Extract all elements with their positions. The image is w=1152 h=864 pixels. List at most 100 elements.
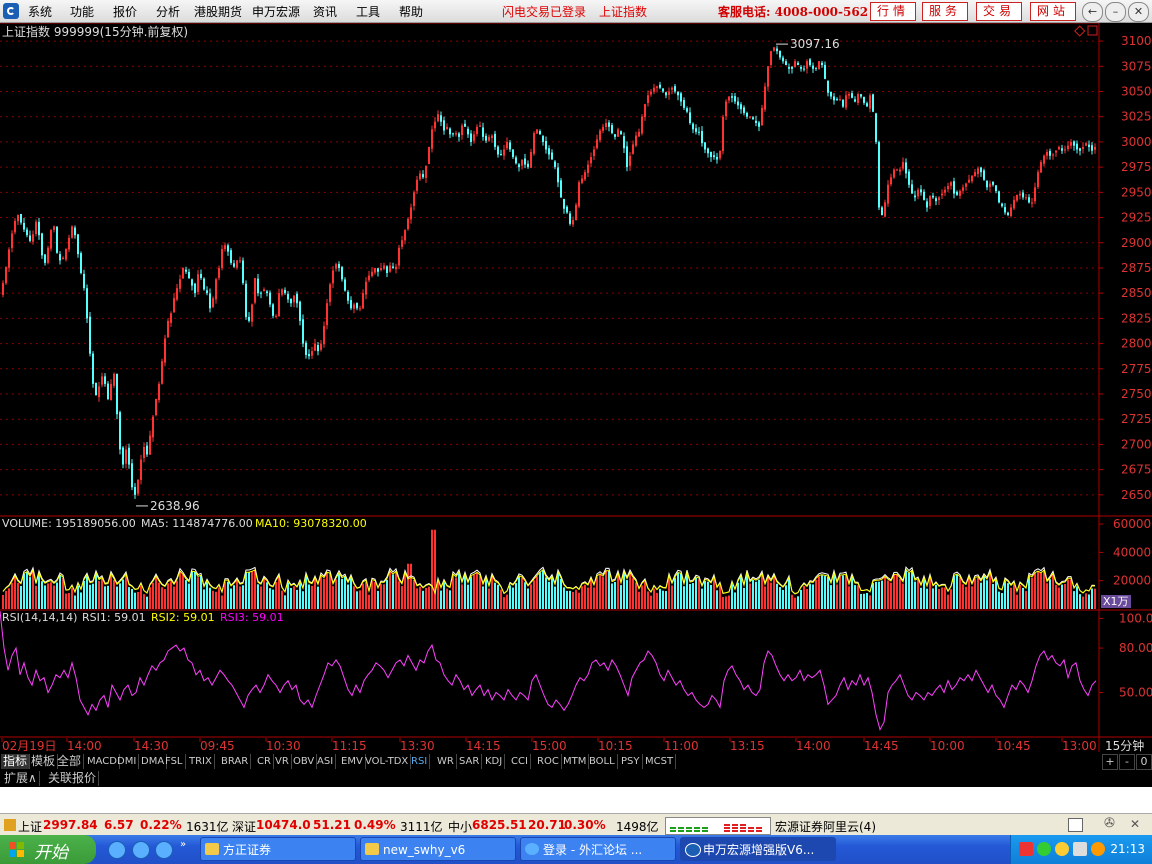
candle-body <box>746 112 748 117</box>
x-tick-label: 09:45 <box>200 739 235 752</box>
volume-bar <box>734 592 736 609</box>
indicator-tab-dmi[interactable]: DMI <box>115 754 140 769</box>
related-quote-tab[interactable]: 关联报价 <box>46 771 100 786</box>
indicator-tab-cr[interactable]: CR <box>255 754 274 769</box>
candle-body <box>365 281 367 295</box>
system-tray: 21:13 <box>1010 835 1152 864</box>
indicator-tab-mcst[interactable]: MCST <box>643 754 677 769</box>
volume-bar <box>20 585 22 609</box>
ie-browser-icon[interactable] <box>132 841 150 859</box>
volume-bar <box>830 585 832 609</box>
volume-bar <box>173 586 175 609</box>
candle-body <box>242 260 244 284</box>
menu-news[interactable]: 资讯 <box>313 3 337 20</box>
indicator-tab-roc[interactable]: ROC <box>535 754 562 769</box>
server-name[interactable]: 宏源证券阿里云(4) <box>775 818 876 835</box>
back-icon[interactable]: ← <box>1082 2 1103 22</box>
tray-network-icon[interactable] <box>1037 842 1051 856</box>
info-panel <box>0 787 1152 813</box>
tab-indicator[interactable]: 指标 <box>1 754 31 769</box>
candle-body <box>860 94 862 97</box>
x-tick-label: 13:30 <box>400 739 435 752</box>
menu-analysis[interactable]: 分析 <box>156 3 180 20</box>
candle-body <box>827 80 829 93</box>
candle-body <box>794 61 796 68</box>
menu-system[interactable]: 系统 <box>28 3 52 20</box>
taskbar: 开始 » 方正证券 new_swhy_v6 登录 - 外汇论坛 ... 申万宏源… <box>0 835 1152 864</box>
indicator-tab-fsl[interactable]: FSL <box>163 754 186 769</box>
menu-swhy[interactable]: 申万宏源 <box>252 3 300 20</box>
tray-app-icon[interactable] <box>1019 842 1033 856</box>
close-icon[interactable]: ✕ <box>1128 2 1149 22</box>
indicator-tab-boll[interactable]: BOLL <box>587 754 618 769</box>
task-fangzheng[interactable]: 方正证券 <box>200 837 356 861</box>
candle-body <box>458 133 460 137</box>
indicator-tab-kdj[interactable]: KDJ <box>483 754 506 769</box>
tray-shield-icon[interactable] <box>1055 842 1069 856</box>
price-tick-label: 3100 <box>1121 34 1152 48</box>
signal-icon[interactable]: ✇ <box>1104 816 1115 831</box>
expand-quicklaunch-icon[interactable]: » <box>180 839 186 850</box>
candle-body <box>113 373 115 386</box>
candle-body <box>665 92 667 96</box>
zoom-in-button[interactable]: + <box>1102 754 1118 770</box>
task-swhy-v6[interactable]: 申万宏源增强版V6... <box>680 837 836 861</box>
indicator-tab-brar[interactable]: BRAR <box>219 754 252 769</box>
volume-bar <box>356 591 358 609</box>
website-button[interactable]: 网站 <box>1030 2 1076 21</box>
indicator-tab-asi[interactable]: ASI <box>315 754 337 769</box>
close-status-icon[interactable]: ✕ <box>1130 817 1140 831</box>
expand-tab[interactable]: 扩展∧ <box>2 771 40 786</box>
layout-icon[interactable] <box>1068 818 1083 832</box>
service-button[interactable]: 服务 <box>922 2 968 21</box>
tray-volume-icon[interactable] <box>1073 842 1087 856</box>
indicator-tab-psy[interactable]: PSY <box>619 754 643 769</box>
candle-body <box>833 96 835 101</box>
tray-update-icon[interactable] <box>1091 842 1105 856</box>
candle-body <box>779 50 781 58</box>
zoom-out-button[interactable]: - <box>1119 754 1135 770</box>
indicator-tab-cci[interactable]: CCI <box>509 754 531 769</box>
indicator-tab-rsi[interactable]: RSI <box>409 754 431 769</box>
volume-bar <box>980 582 982 609</box>
volume-bar <box>803 585 805 609</box>
start-button[interactable]: 开始 <box>0 835 96 864</box>
menu-function[interactable]: 功能 <box>70 3 94 20</box>
indicator-tab-wr[interactable]: WR <box>435 754 457 769</box>
candle-body <box>791 66 793 69</box>
candle-body <box>1079 148 1081 151</box>
task-forum-login[interactable]: 登录 - 外汇论坛 ... <box>520 837 676 861</box>
indicator-tab-vol-tdx[interactable]: VOL-TDX <box>363 754 412 769</box>
minimize-icon[interactable]: – <box>1105 2 1126 22</box>
menu-tools[interactable]: 工具 <box>356 3 380 20</box>
volume-bar <box>371 581 373 609</box>
candle-body <box>236 260 238 268</box>
candle-body <box>593 149 595 156</box>
indicator-tab-trix[interactable]: TRIX <box>187 754 215 769</box>
stock-chart[interactable]: 3100 3075 3050 3025 3000 2975 2950 2925 2900 2875… <box>0 23 1152 752</box>
indicator-tab-mtm[interactable]: MTM <box>561 754 590 769</box>
volume-bar <box>332 586 334 609</box>
candle-body <box>50 230 52 249</box>
indicator-tab-sar[interactable]: SAR <box>457 754 483 769</box>
menu-help[interactable]: 帮助 <box>399 3 423 20</box>
candle-body <box>419 173 421 180</box>
tab-template[interactable]: 模板 <box>29 754 59 769</box>
indicator-tab-vr[interactable]: VR <box>273 754 292 769</box>
candle-body <box>311 351 313 356</box>
volume-bar <box>197 577 199 609</box>
market-button[interactable]: 行情 <box>870 2 916 21</box>
quick-launch-icon[interactable] <box>155 841 173 859</box>
candle-body <box>143 446 145 459</box>
trade-button[interactable]: 交易 <box>976 2 1022 21</box>
ie-icon[interactable] <box>108 841 126 859</box>
menu-quote[interactable]: 报价 <box>113 3 137 20</box>
menu-hk-futures[interactable]: 港股期货 <box>194 3 242 20</box>
reset-button[interactable]: 0 <box>1136 754 1152 770</box>
candle-body <box>461 125 463 136</box>
indicator-tab-emv[interactable]: EMV <box>339 754 366 769</box>
candle-body <box>296 293 298 304</box>
task-new-swhy[interactable]: new_swhy_v6 <box>360 837 516 861</box>
indicator-tab-obv[interactable]: OBV <box>291 754 318 769</box>
tab-all[interactable]: 全部 <box>55 754 85 769</box>
